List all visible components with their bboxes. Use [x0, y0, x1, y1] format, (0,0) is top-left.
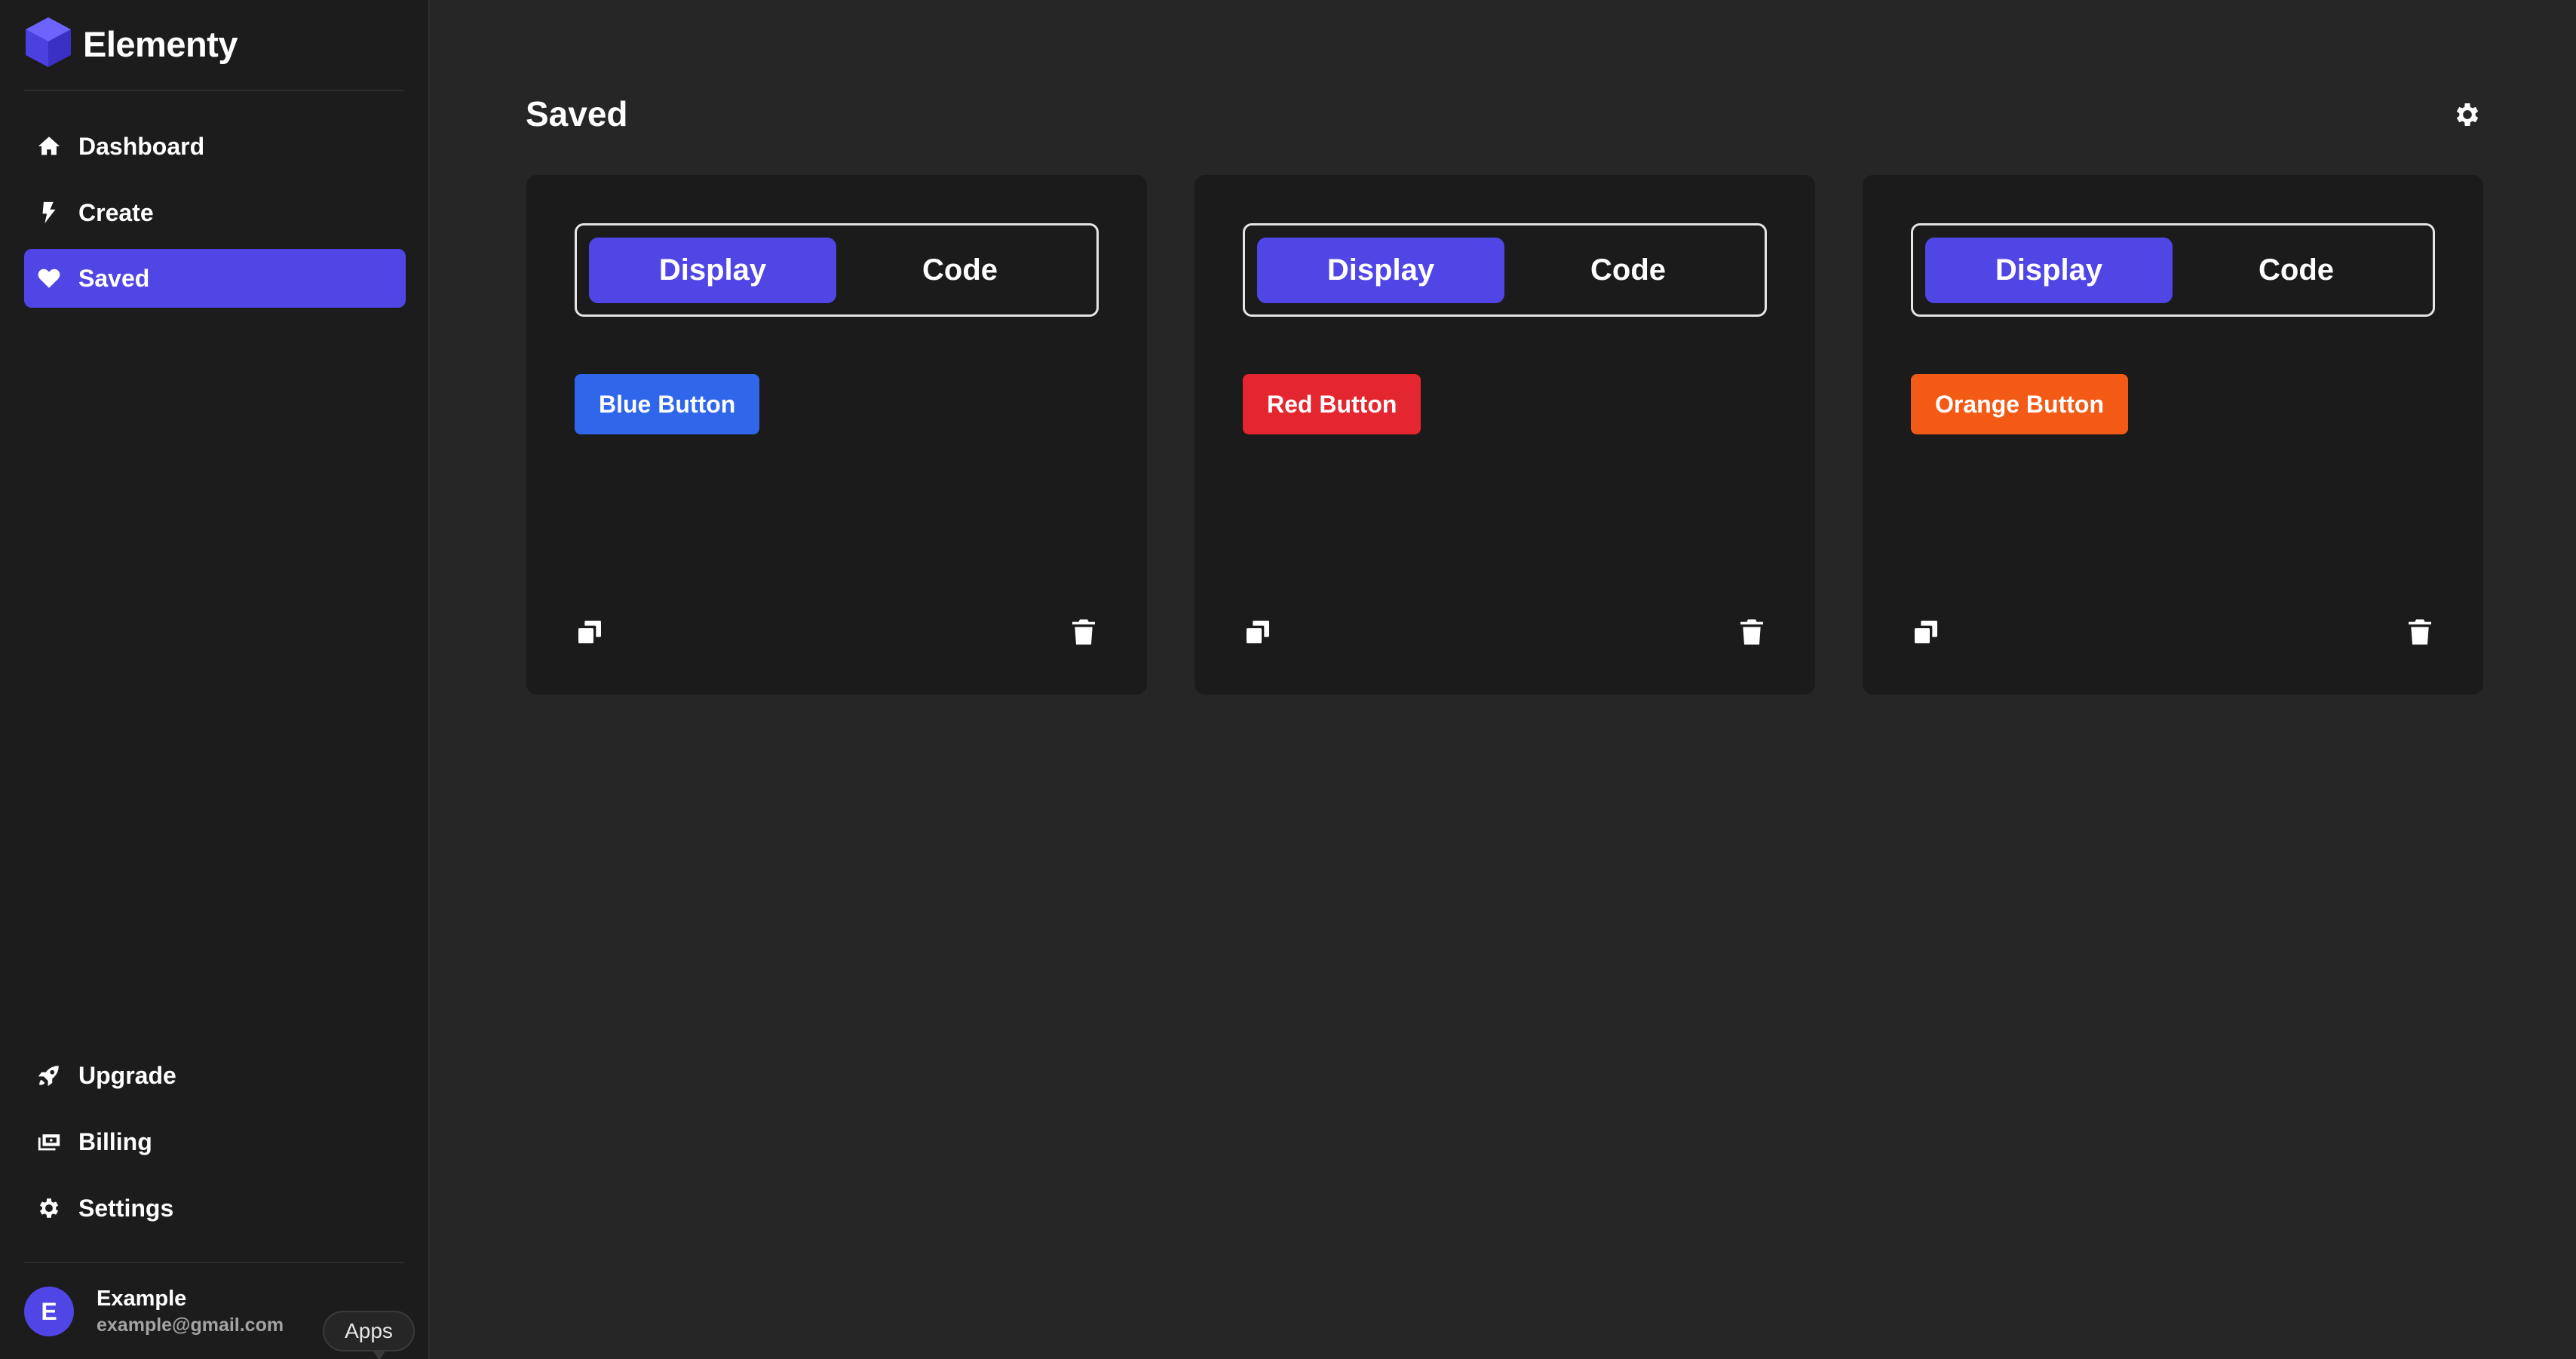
brand[interactable]: Elementy [24, 15, 238, 72]
copy-button[interactable] [1243, 617, 1273, 647]
sidebar-divider [24, 1262, 404, 1263]
trash-icon [2409, 619, 2431, 645]
sidebar-divider [24, 90, 404, 91]
brand-name: Elementy [83, 23, 238, 64]
copy-icon [578, 621, 601, 643]
rocket-icon [38, 1066, 59, 1087]
trash-icon [1072, 619, 1095, 645]
tab-code[interactable]: Code [836, 238, 1084, 303]
tab-display[interactable]: Display [1925, 238, 2173, 303]
page-title: Saved [526, 94, 628, 133]
preview-button[interactable]: Red Button [1243, 374, 1421, 434]
view-toggle: Display Code [575, 223, 1099, 317]
sidebar: Elementy Dashboard Create Saved Upgrade … [0, 0, 430, 1359]
sidebar-item-label: Create [78, 198, 154, 226]
delete-button[interactable] [2405, 617, 2435, 647]
heart-icon [38, 268, 60, 288]
copy-icon [1247, 621, 1269, 643]
user-info: Example example@gmail.com [97, 1285, 284, 1338]
saved-card: Display Code Red Button [1194, 175, 1815, 695]
tab-code[interactable]: Code [2173, 238, 2420, 303]
gear-icon [39, 1198, 59, 1218]
gear-icon [2456, 103, 2479, 126]
money-icon [38, 1134, 60, 1151]
view-toggle: Display Code [1911, 223, 2435, 317]
copy-button[interactable] [1911, 617, 1941, 647]
sidebar-item-label: Billing [78, 1127, 152, 1155]
saved-card: Display Code Orange Button [1863, 175, 2483, 695]
user-name: Example [97, 1287, 187, 1311]
tab-code[interactable]: Code [1504, 238, 1752, 303]
app-root: Elementy Dashboard Create Saved Upgrade … [0, 0, 2576, 1359]
page-settings-button[interactable] [2452, 100, 2482, 130]
preview-button[interactable]: Orange Button [1911, 374, 2128, 434]
apps-button[interactable]: Apps [323, 1311, 415, 1359]
copy-button[interactable] [575, 617, 605, 647]
trash-icon [1740, 619, 1763, 645]
preview-button[interactable]: Blue Button [575, 374, 760, 434]
sidebar-item-dashboard[interactable]: Dashboard [24, 117, 406, 176]
sidebar-item-label: Saved [78, 264, 150, 292]
delete-button[interactable] [1069, 617, 1099, 647]
bolt-icon [42, 201, 56, 224]
tab-display[interactable]: Display [1257, 238, 1504, 303]
cube-logo-icon [24, 16, 72, 72]
avatar: E [24, 1287, 74, 1336]
sidebar-item-upgrade[interactable]: Upgrade [24, 1046, 406, 1105]
delete-button[interactable] [1737, 617, 1767, 647]
sidebar-item-label: Settings [78, 1194, 174, 1222]
user-profile[interactable]: E Example example@gmail.com [24, 1285, 284, 1338]
sidebar-item-billing[interactable]: Billing [24, 1112, 406, 1171]
sidebar-item-label: Upgrade [78, 1061, 176, 1089]
sidebar-item-create[interactable]: Create [24, 183, 406, 242]
home-icon [38, 137, 60, 155]
sidebar-item-saved[interactable]: Saved [24, 249, 406, 308]
sidebar-item-label: Dashboard [78, 132, 205, 160]
saved-card: Display Code Blue Button [526, 175, 1147, 695]
sidebar-item-settings[interactable]: Settings [24, 1179, 406, 1238]
copy-icon [1915, 621, 1937, 643]
view-toggle: Display Code [1243, 223, 1767, 317]
tab-display[interactable]: Display [589, 238, 836, 303]
user-email: example@gmail.com [97, 1315, 284, 1336]
